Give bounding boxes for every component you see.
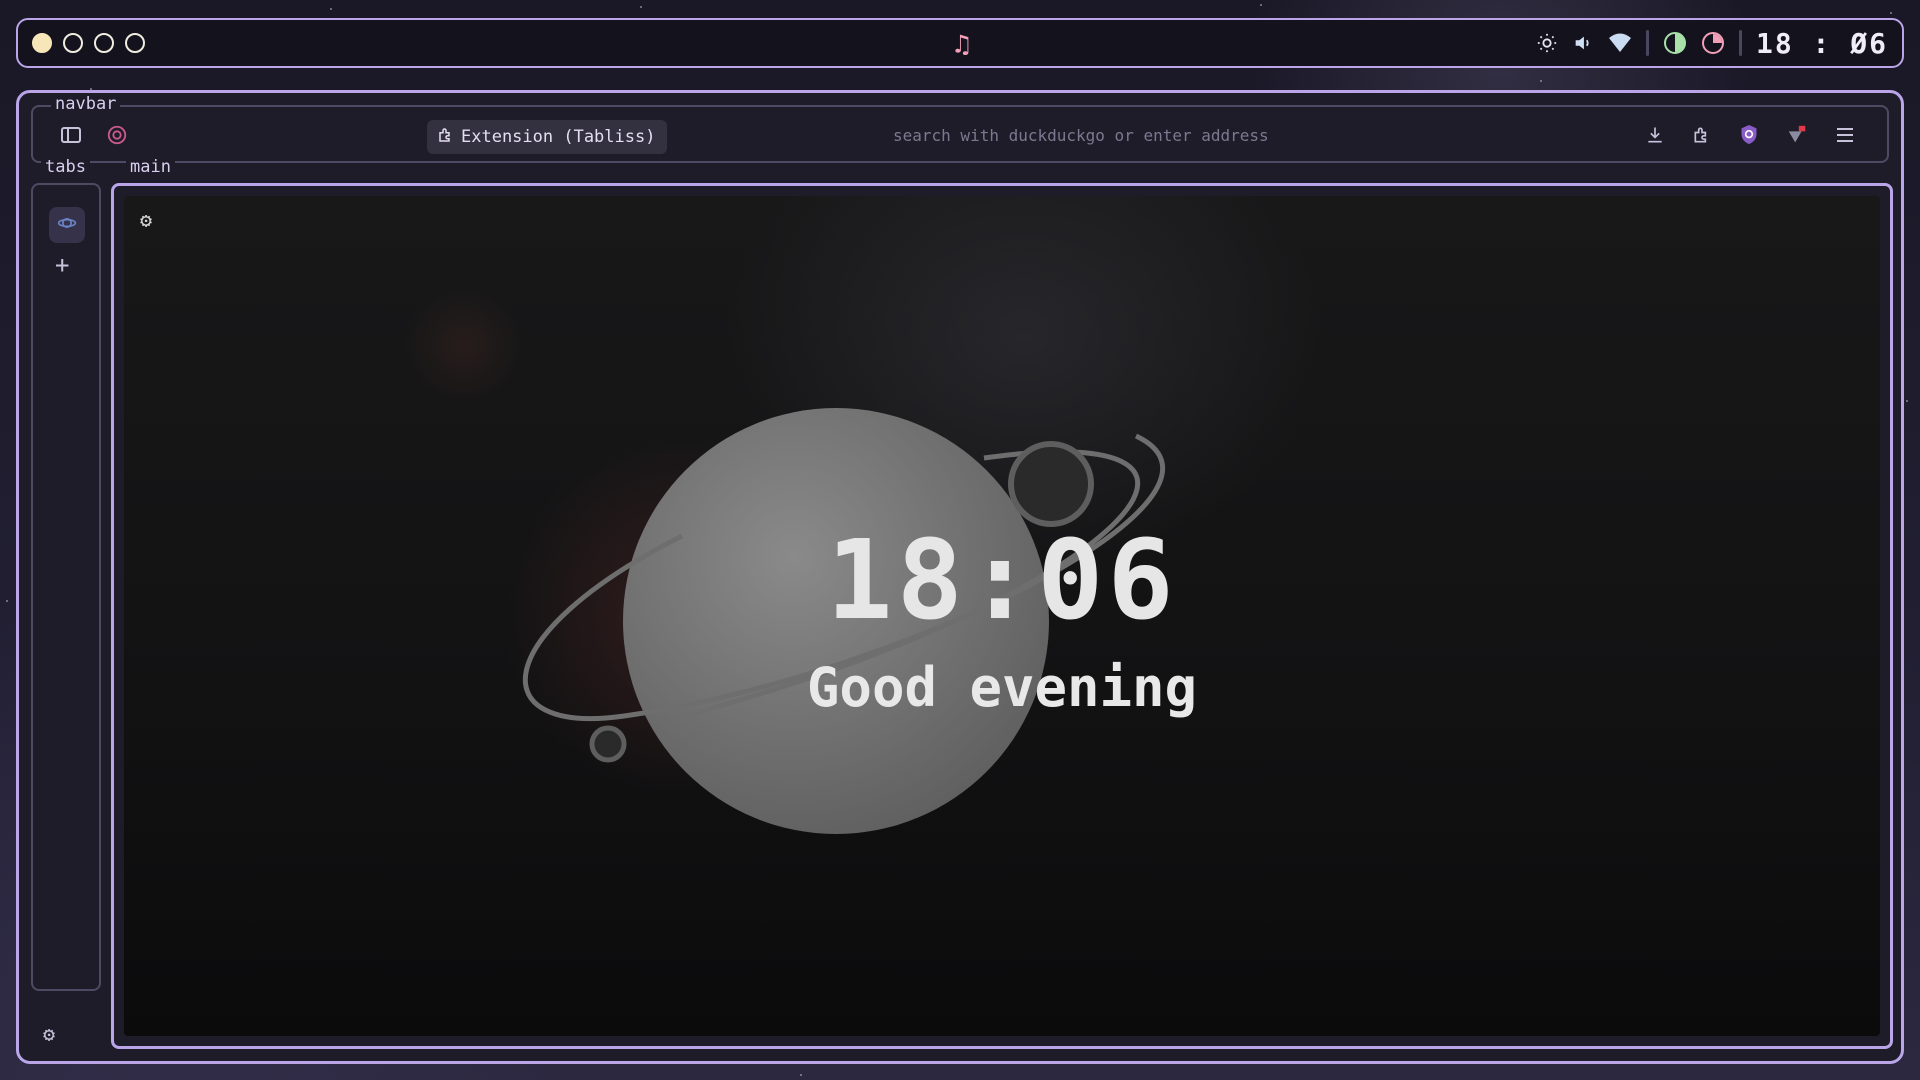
workspace-2-dot[interactable] <box>63 33 83 53</box>
contrast-icon[interactable] <box>1663 31 1687 55</box>
tab-tabliss[interactable] <box>49 207 85 243</box>
system-tray: 18 : Ø6 <box>1536 27 1888 60</box>
new-tab-button[interactable]: + <box>55 251 69 279</box>
tabs-label: tabs <box>41 157 90 177</box>
tracking-protection-icon[interactable] <box>105 124 129 146</box>
workspace-indicator <box>32 33 145 53</box>
pie-timer-icon[interactable] <box>1701 31 1725 55</box>
sidebar-settings-icon[interactable]: ⚙ <box>43 1022 55 1046</box>
workspace-4-dot[interactable] <box>125 33 145 53</box>
download-icon[interactable] <box>1643 124 1667 146</box>
sidebar-toggle-icon[interactable] <box>59 124 83 146</box>
music-note-icon[interactable]: ♫ <box>954 30 970 60</box>
wifi-icon[interactable] <box>1608 32 1632 54</box>
url-bar[interactable]: search with duckduckgo or enter address <box>893 126 1269 145</box>
workspace-3-dot[interactable] <box>94 33 114 53</box>
browser-window: Extension (Tabliss) search with duckduck… <box>16 90 1904 1064</box>
navbar-label: navbar <box>51 94 121 114</box>
workspace-1-dot[interactable] <box>32 33 52 53</box>
shield-icon[interactable] <box>1737 124 1761 146</box>
system-topbar: ♫ 18 : Ø6 <box>16 18 1904 68</box>
main-panel: ⚙ 18:06 Good evening <box>111 183 1893 1049</box>
planet-favicon-icon <box>57 213 77 238</box>
main-label: main <box>126 157 175 177</box>
notification-icon[interactable] <box>1785 124 1809 146</box>
tray-separator <box>1645 30 1649 56</box>
extension-pill[interactable]: Extension (Tabliss) <box>427 120 667 154</box>
tabliss-newtab: ⚙ 18:06 Good evening <box>124 196 1880 1036</box>
tabliss-settings-icon[interactable]: ⚙ <box>140 208 152 232</box>
extension-icon <box>437 126 455 149</box>
volume-icon[interactable] <box>1572 32 1594 54</box>
brightness-icon[interactable] <box>1536 32 1558 54</box>
moon-small <box>589 725 627 763</box>
system-clock[interactable]: 18 : Ø6 <box>1756 27 1888 60</box>
extension-pill-label: Extension (Tabliss) <box>461 127 656 147</box>
extensions-icon[interactable] <box>1690 124 1714 146</box>
navbar: Extension (Tabliss) search with duckduck… <box>31 105 1889 163</box>
tray-separator <box>1738 30 1742 56</box>
clock-display: 18:06 <box>826 516 1178 644</box>
moon-large <box>1008 441 1094 527</box>
greeting-text: Good evening <box>806 656 1198 719</box>
tabs-panel: + <box>31 183 101 991</box>
menu-icon[interactable] <box>1833 124 1857 146</box>
